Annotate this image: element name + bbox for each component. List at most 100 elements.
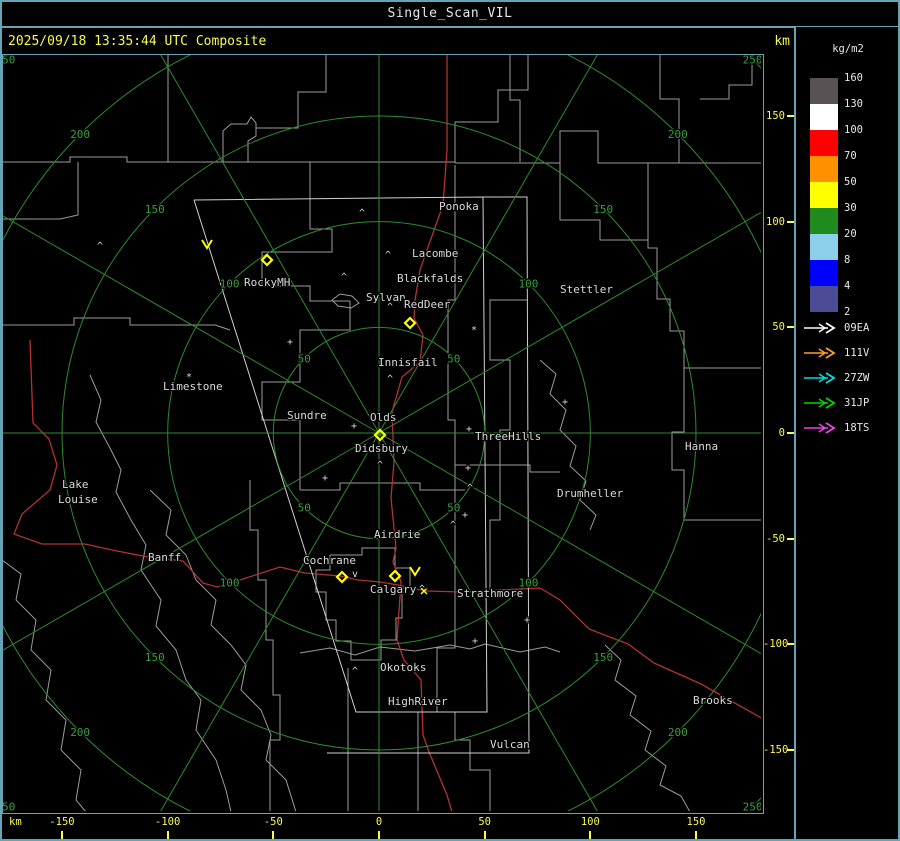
title-bar: Single_Scan_VIL [0, 0, 900, 28]
town-point-marker: + [287, 337, 293, 348]
county-boundary [700, 61, 761, 100]
county-boundary [455, 130, 761, 164]
right-axis-tick [787, 643, 794, 646]
bottom-axis-tick-label: -100 [155, 816, 181, 828]
county-boundary [299, 643, 561, 656]
city-label: Lacombe [412, 247, 458, 260]
ring-distance-label: 150 [145, 203, 165, 216]
right-axis-tick [787, 115, 794, 117]
ring-distance-label: 100 [518, 278, 538, 291]
ring-distance-label: 50 [298, 502, 311, 515]
storm-track-id: 18TS [844, 422, 870, 434]
town-point-marker: ^ [352, 666, 358, 677]
ring-distance-label: 150 [593, 203, 613, 216]
county-boundary [222, 116, 257, 162]
bottom-axis-tick-label: 150 [686, 816, 706, 828]
radar-map-canvas[interactable]: 5050505010010010010015015015015020020020… [3, 55, 761, 811]
city-label: Limestone [163, 380, 223, 393]
right-axis-tick [787, 748, 794, 751]
city-label: Vulcan [490, 738, 530, 751]
town-point-marker: ^ [359, 208, 365, 219]
county-boundary [89, 374, 232, 811]
ring-distance-label: 200 [70, 128, 90, 141]
county-boundary [261, 301, 351, 490]
town-point-marker: ^ [387, 374, 393, 385]
town-point-marker: ^ [385, 250, 391, 261]
header-row: 2025/09/18 13:35:44 UTC Composite km [0, 28, 794, 54]
town-point-marker: ^ [97, 241, 103, 252]
county-boundary [454, 712, 491, 811]
town-point-marker: ^ [450, 520, 456, 531]
right-axis-unit-label: km [774, 34, 790, 49]
county-boundary [559, 163, 648, 241]
town-point-marker: + [351, 421, 357, 432]
town-point-marker: ^ [467, 483, 473, 494]
city-label: Banff [148, 551, 181, 564]
town-point-marker: + [462, 510, 468, 521]
city-label: Airdrie [374, 528, 420, 541]
bottom-axis-unit-label: km [9, 816, 22, 828]
storm-cell-marker [388, 569, 402, 583]
city-label: Okotoks [380, 661, 426, 674]
city-label: Blackfalds [397, 272, 463, 285]
right-axis-tick [787, 432, 794, 434]
right-axis-tick-label: 150 [766, 110, 785, 122]
right-axis-tick-label: -100 [763, 638, 789, 651]
highway-line [13, 339, 399, 588]
city-label: RockyMH [244, 276, 290, 289]
storm-track-id: 31JP [844, 397, 870, 409]
town-point-marker: + [466, 424, 472, 435]
bottom-axis-tick-label: -50 [263, 816, 283, 828]
town-point-marker: v [352, 569, 358, 580]
bottom-axis-tick-label: 50 [478, 816, 491, 828]
storm-cell-marker [403, 316, 417, 330]
county-boundary [3, 156, 195, 163]
right-axis-tick [787, 220, 794, 223]
map-frame: 50 50 50 50 100 100 100 100 150 150 150 150 200 200 20… [2, 54, 764, 814]
county-boundary [647, 163, 761, 369]
city-label: Drumheller [557, 487, 624, 500]
storm-track-id: 111V [844, 347, 870, 359]
county-boundary [509, 55, 521, 162]
ring-distance-label: 250 [3, 55, 15, 66]
ring-distance-label: 250 [743, 55, 761, 66]
town-point-marker: * [471, 325, 477, 336]
bottom-axis-tick-label: 100 [580, 816, 600, 828]
bottom-axis-tick-label: 0 [375, 816, 383, 828]
county-boundary [256, 55, 327, 129]
ring-distance-label: 50 [298, 352, 311, 365]
bottom-axis: km -150 -100 -50 0 50 100 150 [0, 812, 794, 841]
ring-distance-label: 150 [593, 651, 613, 664]
town-point-marker: + [562, 397, 568, 408]
city-label: Strathmore [457, 587, 523, 600]
right-axis: 150 100 50 0 -50 -100 -150 [763, 54, 794, 812]
town-point-marker: + [322, 473, 328, 484]
right-axis-tick-label: -50 [766, 532, 785, 545]
city-label: Louise [58, 493, 98, 506]
county-boundary [149, 489, 297, 811]
town-point-marker: + [524, 615, 530, 626]
county-boundary [539, 359, 597, 531]
right-axis-tick-label: 50 [772, 321, 785, 334]
county-boundary [249, 480, 281, 811]
window-title: Single_Scan_VIL [387, 5, 513, 21]
scan-timestamp: 2025/09/18 13:35:44 UTC Composite [8, 34, 267, 49]
ring-distance-label: 50 [447, 502, 460, 515]
ring-distance-label: 250 [3, 801, 15, 811]
city-label: Ponoka [439, 200, 479, 213]
county-boundary [300, 482, 465, 491]
town-point-marker: ^ [341, 272, 347, 283]
ring-distance-label: 200 [70, 726, 90, 739]
bottom-axis-tick-label: -150 [49, 816, 75, 828]
ring-distance-label: 100 [220, 278, 240, 291]
ring-distance-label: 50 [447, 352, 460, 365]
city-label: HighRiver [388, 695, 448, 708]
town-point-marker: + [472, 636, 478, 647]
city-label: RedDeer [404, 298, 451, 311]
city-label: Innisfail [378, 356, 438, 369]
city-label: Didsbury [355, 442, 408, 455]
city-label: Hanna [685, 440, 718, 453]
right-axis-tick [787, 537, 794, 540]
city-label: Lake [62, 478, 89, 491]
storm-track-id: 27ZW [844, 372, 870, 384]
